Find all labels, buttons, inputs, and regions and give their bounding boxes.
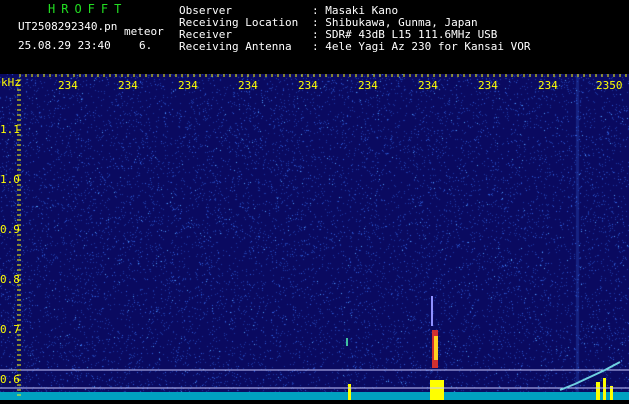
echo-spike-right — [596, 382, 600, 400]
echo-spike — [430, 380, 444, 400]
y-tick-label: 1.1 — [0, 123, 20, 136]
echo-spike-small — [348, 384, 351, 400]
faint-echo — [346, 338, 348, 346]
x-tick-label: 234 — [418, 79, 438, 92]
rising-trace — [559, 361, 621, 391]
y-unit-label: kHz — [1, 76, 21, 89]
x-tick-label: 234 — [298, 79, 318, 92]
baseline-strip — [0, 392, 629, 400]
x-tick-label: 234 — [238, 79, 258, 92]
y-tick-label: 0.6 — [0, 373, 20, 386]
y-tick-label: 0.9 — [0, 223, 20, 236]
x-tick-label: 234 — [358, 79, 378, 92]
y-tick-label: 0.8 — [0, 273, 20, 286]
y-tick-label: 1.0 — [0, 173, 20, 186]
meteor-echo-core — [434, 336, 438, 360]
x-tick-label: 234 — [478, 79, 498, 92]
y-tick-label: 0.7 — [0, 323, 20, 336]
x-tick-label: 234 — [178, 79, 198, 92]
x-tick-label: 234 — [118, 79, 138, 92]
spectrogram-overlay — [0, 74, 629, 400]
x-tick-label: 234 — [58, 79, 78, 92]
x-tick-label: 2350 — [596, 79, 623, 92]
echo-streak — [431, 296, 433, 326]
echo-spike-right-2 — [603, 378, 606, 400]
x-tick-label: 234 — [538, 79, 558, 92]
